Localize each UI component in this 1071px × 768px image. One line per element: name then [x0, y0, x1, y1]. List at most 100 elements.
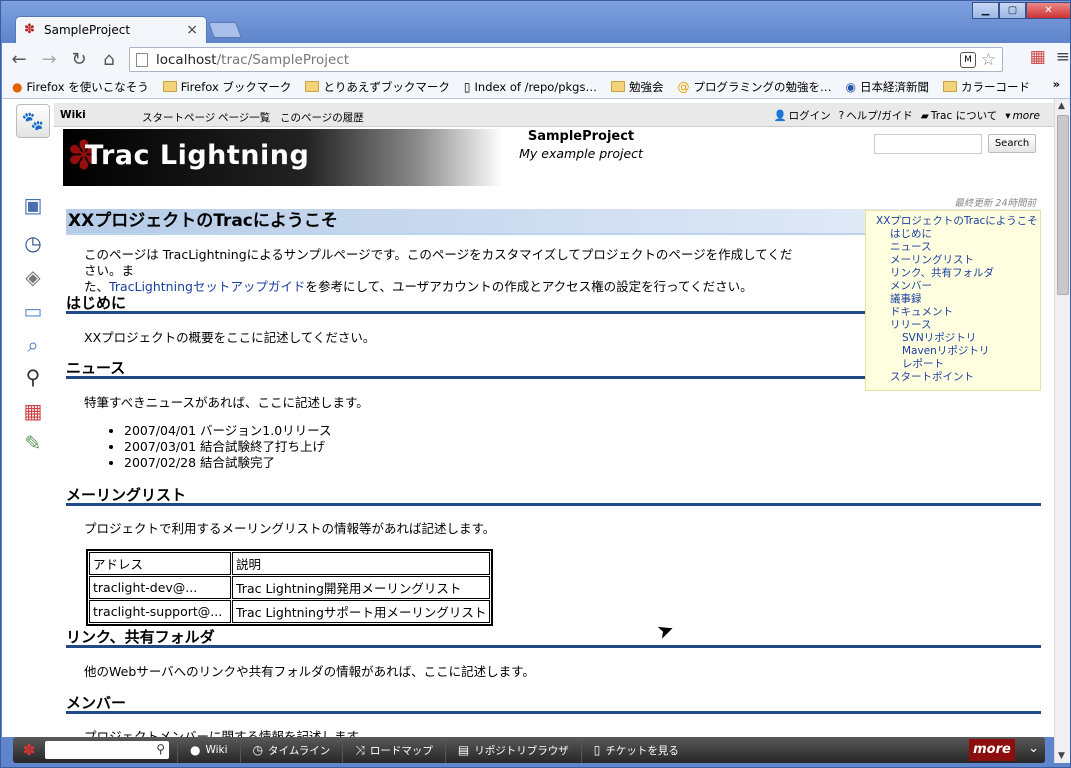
- trac-bottom-toolbar: ✽ ⚲ ● Wiki ◷ タイムライン ⤨ ロードマップ ▤ リポジトリブラウザ ▯ チケ…: [13, 737, 1045, 763]
- search-icon[interactable]: ⚲: [156, 742, 165, 756]
- firefox-icon: ●: [12, 79, 23, 94]
- folder-icon: [942, 81, 957, 92]
- nav-page-history[interactable]: このページの履歴: [280, 110, 364, 125]
- about-link[interactable]: ▰ Trac について: [921, 108, 998, 123]
- trac-paw-icon[interactable]: ✽: [13, 741, 45, 759]
- bookmark-item[interactable]: ● Firefox を使いこなそう: [12, 79, 149, 95]
- bookmark-item[interactable]: 勉強会: [610, 79, 663, 95]
- toolbar-roadmap[interactable]: ⤨ ロードマップ: [342, 737, 445, 763]
- nav-wiki[interactable]: Wiki: [60, 109, 86, 121]
- url-host: localhost: [156, 51, 217, 68]
- table-header: アドレス: [89, 552, 231, 575]
- last-modified[interactable]: 最終更新 24時間前: [954, 195, 1036, 209]
- trac-logo[interactable]: ✽ Trac Lightning: [63, 129, 503, 186]
- search-input[interactable]: [874, 134, 982, 154]
- report-icon[interactable]: ✎: [18, 429, 48, 457]
- toc-item[interactable]: SVNリポジトリ: [876, 332, 1040, 345]
- toc-item[interactable]: リリース: [876, 319, 1040, 332]
- trac-paw-icon[interactable]: 🐾: [16, 104, 50, 138]
- login-link[interactable]: 👤 ログイン: [774, 108, 831, 123]
- page-icon: ▯: [463, 79, 471, 94]
- extension-app-icon[interactable]: ▦: [1030, 47, 1046, 67]
- heading-mailing-list: メーリングリスト: [66, 484, 1041, 506]
- roadmap-icon[interactable]: ◈: [18, 263, 48, 291]
- bookmark-item[interactable]: @ プログラミングの勉強を…: [677, 79, 831, 95]
- help-link[interactable]: ? ヘルプ/ガイド: [839, 108, 913, 123]
- toolbar-view-tickets[interactable]: ▯ チケットを見る: [580, 737, 691, 763]
- forward-icon[interactable]: →: [36, 46, 62, 72]
- toc-item[interactable]: ドキュメント: [876, 306, 1040, 319]
- browser-tab[interactable]: ✽ SampleProject ×: [15, 16, 207, 43]
- table-of-contents: XXプロジェクトのTracにようこそ はじめに ニュース メーリングリスト リン…: [865, 210, 1041, 391]
- wiki-icon[interactable]: ▣: [18, 191, 48, 219]
- folder-icon: [162, 81, 177, 92]
- web-page: 🐾 ▣ ◷ ◈ ▭ ⌕ ⚲ ▦ ✎ Wiki スタートページ ページ一覧 このペ…: [2, 99, 1054, 737]
- toc-item[interactable]: メーリングリスト: [876, 254, 1040, 267]
- logo-text: Trac Lightning: [85, 140, 310, 171]
- heading-links: リンク、共有フォルダ: [66, 626, 1041, 648]
- bookmarks-bar: ● Firefox を使いこなそう Firefox ブックマーク とりあえずブック…: [2, 75, 1070, 99]
- close-window-button[interactable]: ✕: [1026, 2, 1071, 19]
- meta-nav: 👤 ログイン ? ヘルプ/ガイド ▰ Trac について ▾ more: [774, 108, 1040, 123]
- menu-icon[interactable]: ≡: [1056, 47, 1070, 67]
- bookmark-item[interactable]: ▯ Index of /repo/pkgs…: [464, 80, 597, 94]
- toolbar-search-input[interactable]: ⚲: [45, 741, 169, 759]
- intro-paragraph: このページは TracLightningによるサンプルページです。このページをカ…: [84, 247, 793, 294]
- extension-icon[interactable]: M: [960, 52, 976, 68]
- tab-close-button[interactable]: ×: [186, 22, 198, 38]
- address-bar[interactable]: localhost /trac/SampleProject M ☆: [129, 47, 1003, 72]
- toc-item[interactable]: Mavenリポジトリ: [876, 345, 1040, 358]
- toc-item[interactable]: XXプロジェクトのTracにようこそ: [876, 215, 1040, 228]
- toc-item[interactable]: ニュース: [876, 241, 1040, 254]
- bookmarks-overflow-icon[interactable]: »: [1053, 77, 1060, 91]
- url-path: /trac/SampleProject: [216, 51, 350, 68]
- back-icon[interactable]: ←: [6, 46, 32, 72]
- scroll-up-icon[interactable]: ▲: [1058, 101, 1065, 111]
- toc-item[interactable]: レポート: [876, 358, 1040, 371]
- more-link[interactable]: ▾ more: [1005, 110, 1040, 122]
- toc-item[interactable]: 議事録: [876, 293, 1040, 306]
- search-button[interactable]: Search: [988, 134, 1036, 153]
- bookmark-item[interactable]: ◉ 日本経済新聞: [845, 79, 928, 95]
- bookmark-star-icon[interactable]: ☆: [981, 50, 996, 70]
- nav-start-page[interactable]: スタートページ: [142, 110, 215, 125]
- ticket-icon: ▯: [593, 743, 601, 757]
- toc-item[interactable]: スタートポイント: [876, 371, 1040, 384]
- bookmark-item[interactable]: Firefox ブックマーク: [162, 79, 291, 95]
- mailing-list-text: プロジェクトで利用するメーリングリストの情報等があれば記述します。: [84, 521, 496, 536]
- scrollbar-thumb[interactable]: [1057, 115, 1069, 295]
- bookmark-item[interactable]: カラーコード: [942, 79, 1030, 95]
- toc-item[interactable]: はじめに: [876, 228, 1040, 241]
- vertical-scrollbar[interactable]: ▲ ▼: [1054, 99, 1070, 763]
- nav-page-index[interactable]: ページ一覧: [218, 110, 270, 125]
- links-text: 他のWebサーバへのリンクや共有フォルダの情報があれば、ここに記述します。: [84, 664, 535, 679]
- toolbar-timeline[interactable]: ◷ タイムライン: [239, 737, 343, 763]
- list-item: 2007/04/01 バージョン1.0リリース: [124, 423, 332, 439]
- toolbar-wiki[interactable]: ● Wiki: [177, 737, 240, 763]
- toc-item[interactable]: リンク、共有フォルダ: [876, 267, 1040, 280]
- maximize-button[interactable]: ▢: [999, 2, 1026, 19]
- window-controls: ▁ ▢ ✕: [972, 2, 1071, 19]
- minimize-button[interactable]: ▁: [972, 2, 999, 19]
- toolbar-more-button[interactable]: more: [969, 739, 1015, 761]
- bookmark-item[interactable]: とりあえずブックマーク: [305, 79, 450, 95]
- timeline-icon[interactable]: ◷: [18, 229, 48, 257]
- folder-icon[interactable]: ▭: [18, 297, 48, 325]
- folder-icon: [305, 81, 320, 92]
- table-row: traclight-dev@... Trac Lightning開発用メーリング…: [89, 576, 491, 599]
- table-cell: traclight-dev@...: [89, 576, 231, 599]
- trac-paw-icon: ✽: [24, 22, 35, 37]
- table-cell: Trac Lightningサポート用メーリングリスト: [232, 600, 491, 623]
- new-tab-button[interactable]: [208, 22, 242, 38]
- scroll-down-icon[interactable]: ▼: [1058, 751, 1065, 761]
- chevron-down-icon[interactable]: ⌄: [1028, 741, 1039, 756]
- toc-item[interactable]: メンバー: [876, 280, 1040, 293]
- arrow-down-icon: ▾: [1005, 109, 1011, 122]
- mailing-list-table: アドレス 説明 traclight-dev@... Trac Lightning…: [86, 549, 494, 626]
- reload-icon[interactable]: ↻: [66, 46, 92, 72]
- calendar-icon[interactable]: ▦: [18, 397, 48, 425]
- search-ticket-icon[interactable]: ⌕: [18, 331, 48, 359]
- home-icon[interactable]: ⌂: [96, 46, 122, 72]
- toolbar-repository-browser[interactable]: ▤ リポジトリブラウザ: [444, 737, 581, 763]
- search-icon[interactable]: ⚲: [18, 363, 48, 391]
